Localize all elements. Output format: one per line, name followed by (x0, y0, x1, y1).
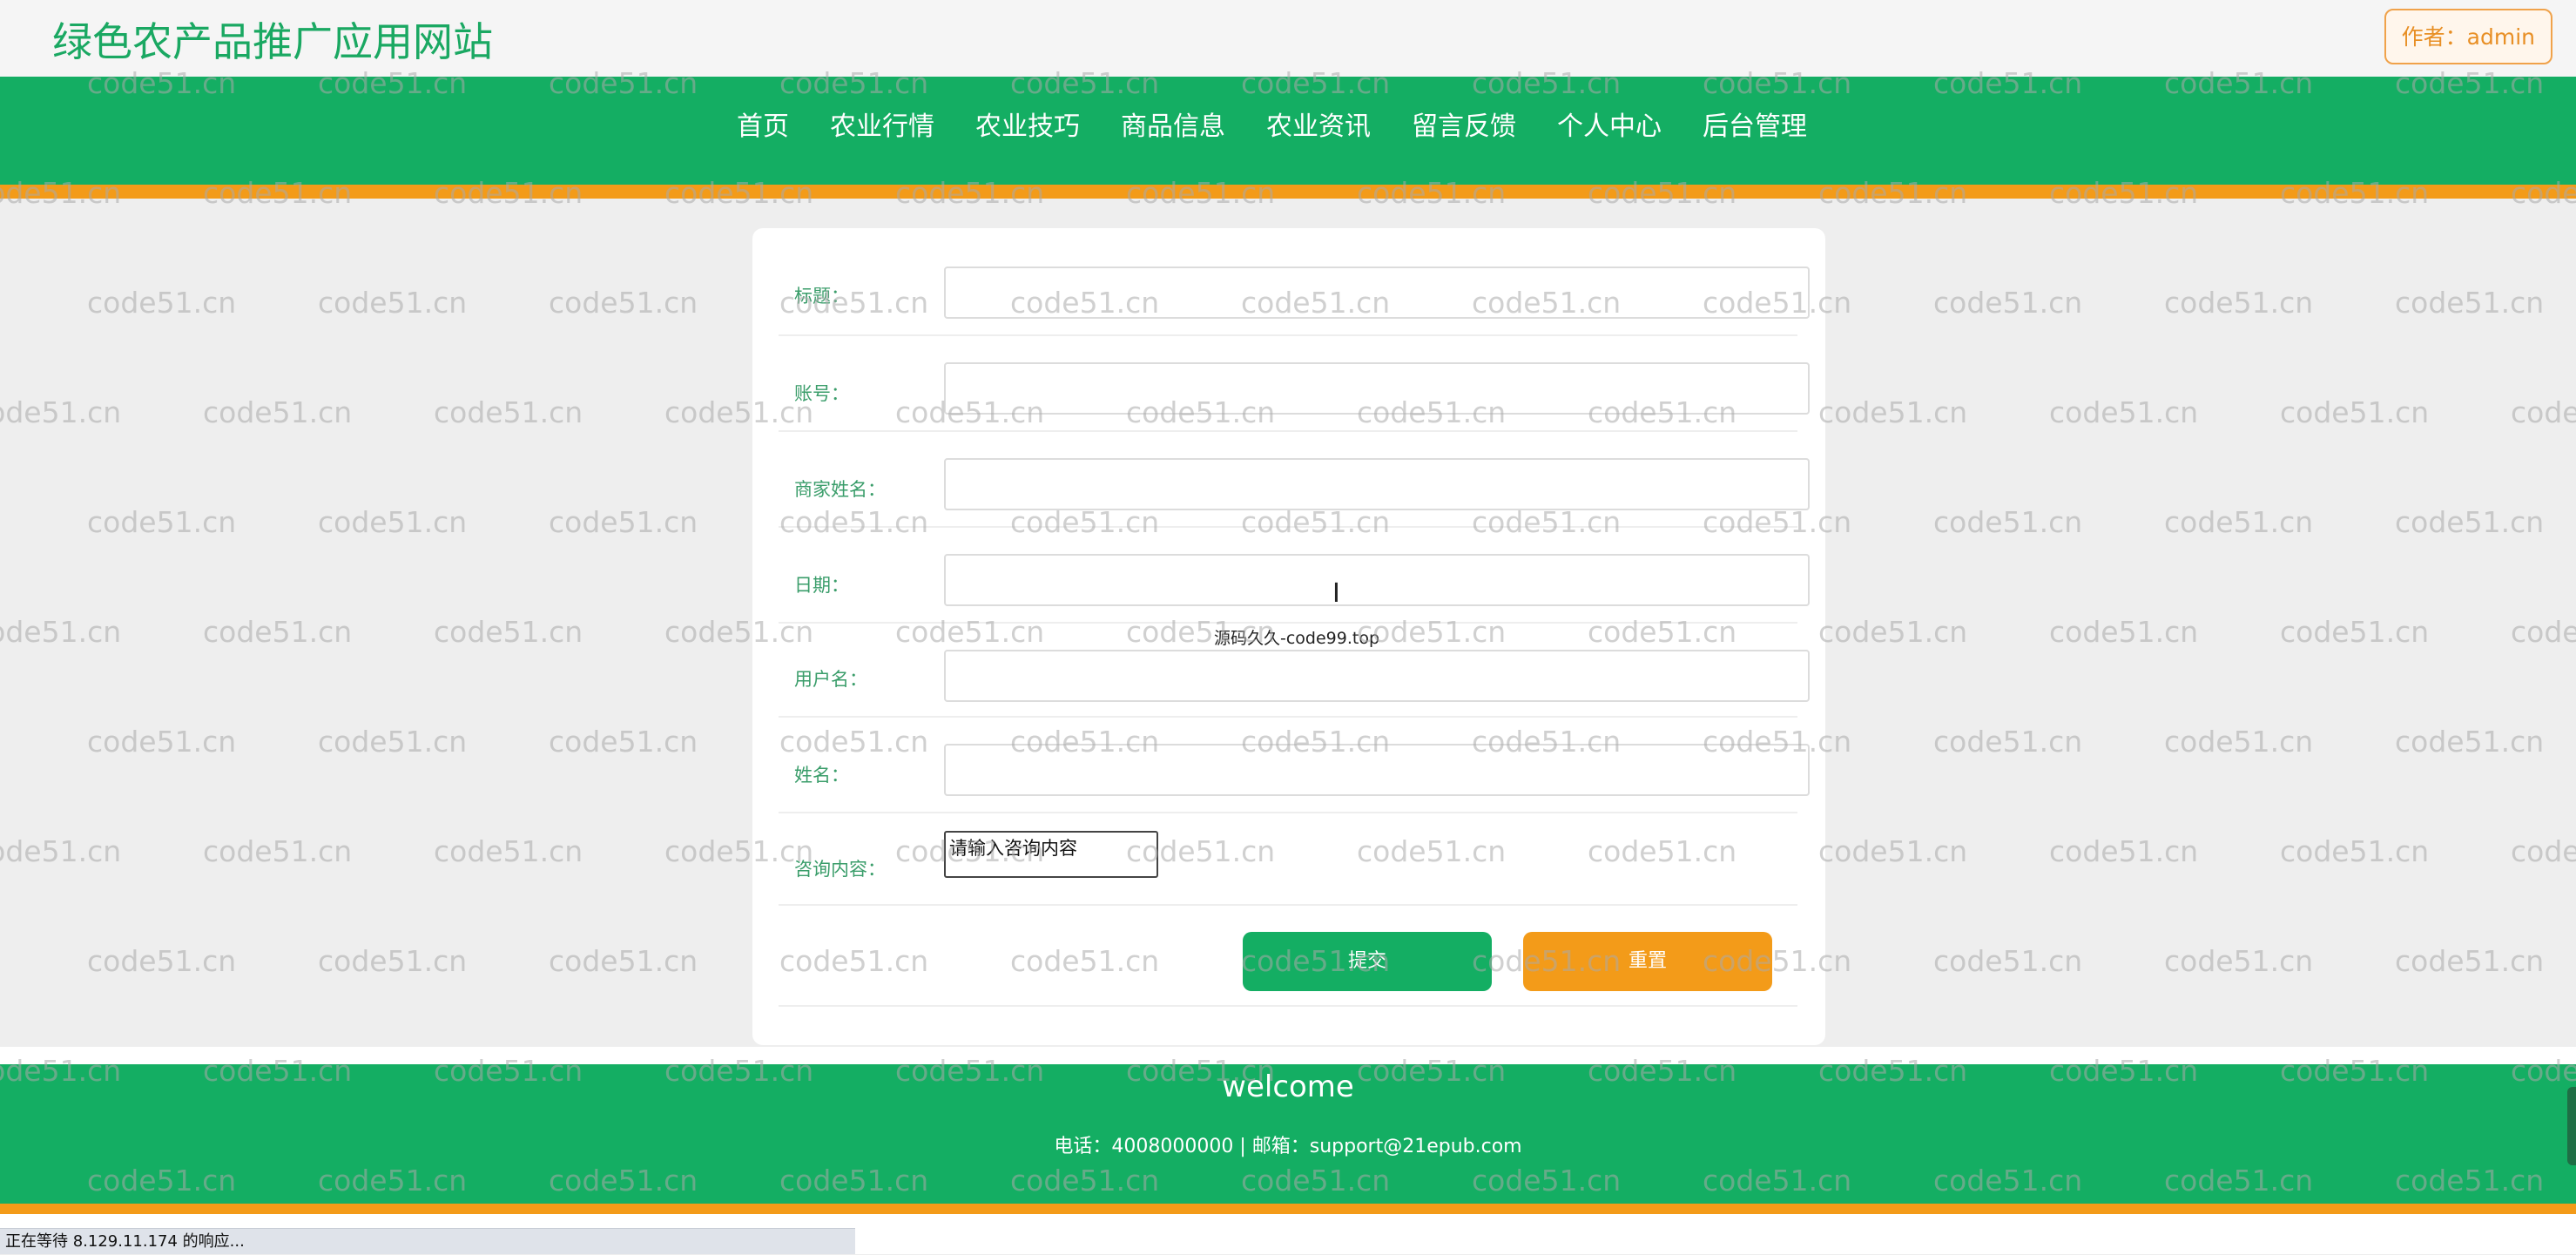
form-row-title: 标题： (779, 228, 1810, 336)
side-scroll-tab[interactable] (2567, 1087, 2576, 1165)
username-input[interactable] (944, 650, 1810, 702)
nav-item-feedback[interactable]: 留言反馈 (1412, 106, 1516, 148)
watermark-text: code51.cn (2280, 834, 2430, 868)
submit-button[interactable]: 提交 (1243, 932, 1492, 991)
watermark-text: code51.cn (1933, 944, 2083, 978)
watermark-text: code51.cn (2049, 395, 2199, 429)
form-row-name: 姓名： (779, 716, 1810, 813)
watermark-text: code51.cn (549, 286, 698, 320)
form-row-date: 日期： (779, 526, 1810, 624)
field-label-account: 账号： (794, 383, 849, 404)
nav-item-profile[interactable]: 个人中心 (1557, 106, 1662, 148)
watermark-text: code51.cn (0, 395, 122, 429)
watermark-text: code51.cn (2280, 395, 2430, 429)
nav-item-news[interactable]: 农业资讯 (1266, 106, 1371, 148)
watermark-text: code51.cn (2511, 395, 2576, 429)
browser-status-bar: 正在等待 8.129.11.174 的响应... (0, 1228, 855, 1254)
top-bar: 绿色农产品推广应用网站 作者：admin (0, 0, 2576, 77)
watermark-text: code51.cn (2395, 286, 2545, 320)
form-row-consult: 咨询内容： 请输入咨询内容 (779, 812, 1797, 906)
watermark-text: code51.cn (318, 944, 468, 978)
watermark-text: code51.cn (1933, 725, 2083, 759)
watermark-text: code51.cn (2511, 834, 2576, 868)
site-title: 绿色农产品推广应用网站 (52, 18, 493, 65)
footer-title: welcome (1222, 1069, 1354, 1104)
watermark-text: code51.cn (203, 834, 353, 868)
footer-contact: 电话：4008000000 | 邮箱：support@21epub.com (1054, 1136, 1522, 1157)
name-input[interactable] (944, 744, 1810, 796)
watermark-text: code51.cn (2511, 615, 2576, 649)
watermark-text: code51.cn (549, 944, 698, 978)
nav-item-tips[interactable]: 农业技巧 (975, 106, 1080, 148)
nav-item-market[interactable]: 农业行情 (830, 106, 934, 148)
merchant-name-input[interactable] (944, 458, 1810, 510)
watermark-text: code51.cn (434, 395, 583, 429)
watermark-text: code51.cn (2280, 615, 2430, 649)
watermark-text: code51.cn (1933, 505, 2083, 539)
watermark-text: code51.cn (2395, 505, 2545, 539)
watermark-text: code51.cn (2164, 725, 2314, 759)
watermark-text: code51.cn (318, 725, 468, 759)
form-row-account: 账号： (779, 334, 1810, 432)
nav-item-products[interactable]: 商品信息 (1121, 106, 1225, 148)
watermark-text: code51.cn (0, 834, 122, 868)
watermark-text: code51.cn (2164, 944, 2314, 978)
watermark-text: code51.cn (318, 505, 468, 539)
watermark-text: code51.cn (1818, 615, 1968, 649)
watermark-text: code51.cn (2395, 944, 2545, 978)
field-label-title: 标题： (794, 286, 849, 307)
watermark-text: code51.cn (203, 615, 353, 649)
field-label-merchant-name: 商家姓名： (794, 479, 886, 500)
nav-item-admin[interactable]: 后台管理 (1703, 106, 1807, 148)
field-label-name: 姓名： (794, 765, 849, 786)
date-input[interactable] (944, 554, 1810, 606)
watermark-text: code51.cn (2164, 286, 2314, 320)
watermark-text: code51.cn (549, 725, 698, 759)
watermark-text: code51.cn (87, 725, 237, 759)
field-label-date: 日期： (794, 575, 849, 596)
watermark-text: code51.cn (434, 834, 583, 868)
watermark-text: code51.cn (0, 615, 122, 649)
author-button[interactable]: 作者：admin (2384, 9, 2552, 64)
form-row-merchant: 商家姓名： (779, 430, 1810, 528)
watermark-text: code51.cn (87, 944, 237, 978)
watermark-text: code51.cn (87, 286, 237, 320)
watermark-text: code51.cn (1818, 834, 1968, 868)
overlay-watermark-text: 源码久久-code99.top (1214, 629, 1380, 648)
nav-item-home[interactable]: 首页 (737, 106, 789, 148)
reset-button[interactable]: 重置 (1523, 932, 1772, 991)
account-input[interactable] (944, 362, 1810, 415)
watermark-text: code51.cn (1933, 286, 2083, 320)
text-cursor-icon: I (1332, 578, 1340, 609)
nav-menu: 首页 农业行情 农业技巧 商品信息 农业资讯 留言反馈 个人中心 后台管理 (737, 106, 1848, 148)
watermark-text: code51.cn (203, 395, 353, 429)
watermark-text: code51.cn (434, 615, 583, 649)
footer-gap (0, 1047, 2576, 1064)
footer-stripe (0, 1204, 2576, 1214)
nav-stripe (0, 185, 2576, 199)
watermark-text: code51.cn (87, 505, 237, 539)
watermark-text: code51.cn (2049, 615, 2199, 649)
title-input[interactable] (944, 267, 1810, 319)
watermark-text: code51.cn (2049, 834, 2199, 868)
consult-textarea[interactable]: 请输入咨询内容 (944, 831, 1158, 878)
watermark-text: code51.cn (318, 286, 468, 320)
watermark-text: code51.cn (2164, 505, 2314, 539)
watermark-text: code51.cn (2395, 725, 2545, 759)
watermark-text: code51.cn (1818, 395, 1968, 429)
field-label-consult: 咨询内容： (794, 859, 886, 880)
watermark-text: code51.cn (549, 505, 698, 539)
field-label-username: 用户名： (794, 669, 867, 690)
